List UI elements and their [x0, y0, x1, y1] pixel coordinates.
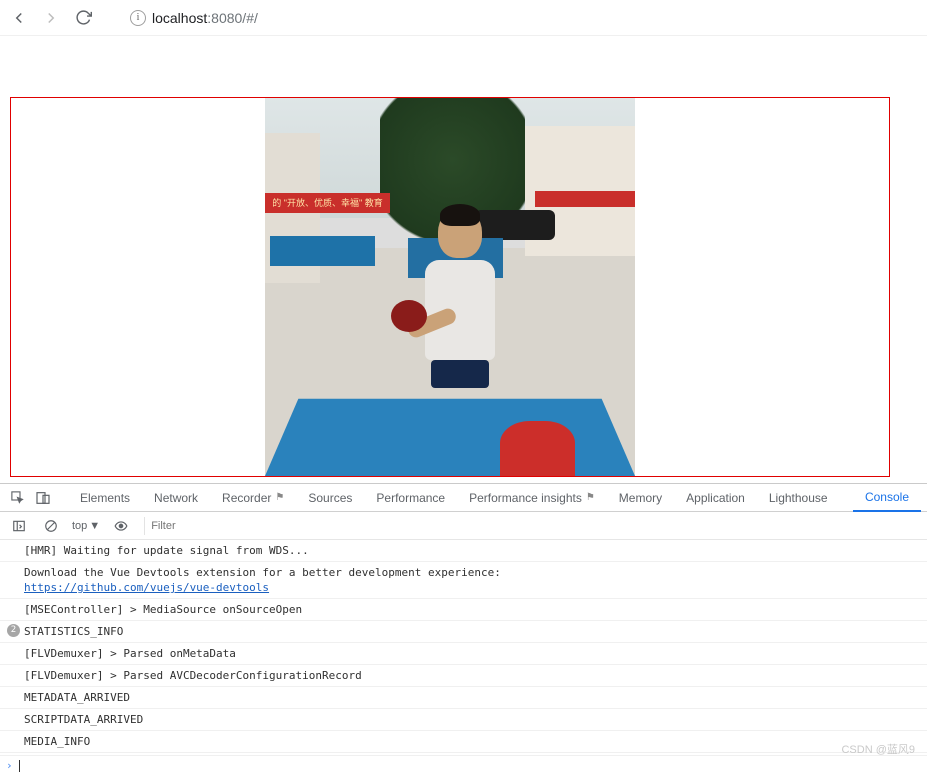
- devtools-tab-sources[interactable]: Sources: [296, 484, 364, 512]
- context-label: top: [72, 520, 87, 532]
- log-link[interactable]: https://github.com/vuejs/vue-devtools: [24, 581, 269, 594]
- console-log-row[interactable]: [HMR] Waiting for update signal from WDS…: [0, 540, 927, 562]
- log-count-badge: 2: [7, 624, 20, 637]
- console-log-list[interactable]: [HMR] Waiting for update signal from WDS…: [0, 540, 927, 755]
- log-text: SCRIPTDATA_ARRIVED: [24, 713, 143, 726]
- log-text: [FLVDemuxer] > Parsed onMetaData: [24, 647, 236, 660]
- console-log-row[interactable]: SCRIPTDATA_ARRIVED: [0, 709, 927, 731]
- video-frame[interactable]: 的 "开放、优质、幸福" 教育: [265, 98, 635, 476]
- photo-banner: [535, 191, 635, 207]
- context-selector[interactable]: top▼: [72, 520, 100, 532]
- log-text: STATISTICS_INFO: [24, 625, 123, 638]
- console-log-row[interactable]: [FLVDemuxer] > Parsed onMetaData: [0, 643, 927, 665]
- page-viewport: 的 "开放、优质、幸福" 教育: [0, 36, 927, 483]
- photo-paddle-case: [500, 421, 575, 476]
- reload-button[interactable]: [74, 9, 92, 27]
- devtools-tab-memory[interactable]: Memory: [607, 484, 674, 512]
- device-toggle-icon[interactable]: [32, 487, 54, 509]
- console-log-row[interactable]: [MSEController] > MediaSource onSourceOp…: [0, 599, 927, 621]
- photo-person: [420, 208, 500, 398]
- url-host: localhost: [152, 10, 207, 26]
- browser-toolbar: i localhost:8080/#/: [0, 0, 927, 36]
- photo-table: [265, 399, 635, 476]
- console-sidebar-toggle-icon[interactable]: [8, 515, 30, 537]
- address-bar[interactable]: i localhost:8080/#/: [130, 10, 258, 26]
- devtools-tab-lighthouse[interactable]: Lighthouse: [757, 484, 840, 512]
- clear-console-icon[interactable]: [40, 515, 62, 537]
- photo-table: [270, 236, 375, 266]
- url-path: :8080/#/: [207, 10, 258, 26]
- devtools-tab-performance[interactable]: Performance: [364, 484, 457, 512]
- devtools-tabbar: ElementsNetworkRecorder ⚑SourcesPerforma…: [0, 484, 927, 512]
- devtools-tab-console[interactable]: Console: [853, 484, 921, 512]
- devtools-tab-elements[interactable]: Elements: [68, 484, 142, 512]
- log-text: [FLVDemuxer] > Parsed AVCDecoderConfigur…: [24, 669, 362, 682]
- log-text: METADATA_ARRIVED: [24, 691, 130, 704]
- console-log-row[interactable]: METADATA_ARRIVED: [0, 687, 927, 709]
- console-input[interactable]: ›: [0, 755, 927, 775]
- forward-button[interactable]: [42, 9, 60, 27]
- log-text: [HMR] Waiting for update signal from WDS…: [24, 544, 309, 557]
- console-log-row[interactable]: [FLVDemuxer] > Parsed AVCDecoderConfigur…: [0, 665, 927, 687]
- devtools-tab-recorder[interactable]: Recorder ⚑: [210, 484, 296, 512]
- site-info-icon[interactable]: i: [130, 10, 146, 26]
- back-button[interactable]: [10, 9, 28, 27]
- log-text: Download the Vue Devtools extension for …: [24, 566, 501, 579]
- devtools-tab-network[interactable]: Network: [142, 484, 210, 512]
- devtools-panel: ElementsNetworkRecorder ⚑SourcesPerforma…: [0, 483, 927, 775]
- console-log-row[interactable]: [MSEController] > Received Initializatio…: [0, 753, 927, 755]
- console-log-row[interactable]: Download the Vue Devtools extension for …: [0, 562, 927, 599]
- devtools-tab-application[interactable]: Application: [674, 484, 757, 512]
- console-log-row[interactable]: MEDIA_INFO: [0, 731, 927, 753]
- video-container: 的 "开放、优质、幸福" 教育: [10, 97, 890, 477]
- inspect-icon[interactable]: [6, 487, 28, 509]
- log-text: [MSEController] > MediaSource onSourceOp…: [24, 603, 302, 616]
- console-log-row[interactable]: 2 STATISTICS_INFO: [0, 621, 927, 643]
- devtools-tab-performance-insights[interactable]: Performance insights ⚑: [457, 484, 607, 512]
- log-text: MEDIA_INFO: [24, 735, 90, 748]
- photo-banner: 的 "开放、优质、幸福" 教育: [265, 193, 390, 213]
- live-expression-icon[interactable]: [110, 515, 132, 537]
- console-toolbar: top▼: [0, 512, 927, 540]
- console-filter-input[interactable]: [144, 517, 919, 535]
